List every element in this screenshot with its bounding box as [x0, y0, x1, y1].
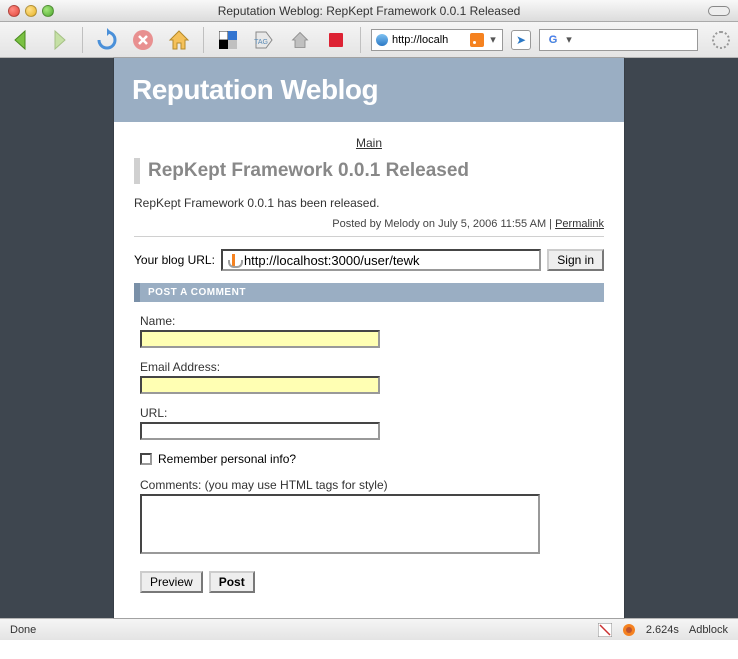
- grey-home-icon[interactable]: [286, 26, 314, 54]
- openid-icon: [227, 254, 240, 267]
- svg-text:TAG: TAG: [254, 39, 268, 46]
- window-titlebar: Reputation Weblog: RepKept Framework 0.0…: [0, 0, 738, 22]
- meta-text: Posted by Melody on July 5, 2006 11:55 A…: [332, 218, 555, 230]
- url-label: URL:: [140, 406, 604, 420]
- post-meta: Posted by Melody on July 5, 2006 11:55 A…: [134, 218, 604, 237]
- name-input[interactable]: [140, 330, 380, 348]
- rss-icon[interactable]: [470, 33, 484, 47]
- sign-in-button[interactable]: Sign in: [547, 249, 604, 271]
- blog-url-label: Your blog URL:: [134, 253, 215, 267]
- url-bar[interactable]: http://localh ▾: [371, 29, 503, 51]
- delicious-icon[interactable]: [214, 26, 242, 54]
- home-button[interactable]: [165, 26, 193, 54]
- post-title: RepKept Framework 0.0.1 Released: [134, 158, 604, 184]
- email-label: Email Address:: [140, 360, 604, 374]
- search-dropdown-icon[interactable]: ▾: [564, 33, 574, 46]
- browser-viewport: Reputation Weblog Main RepKept Framework…: [0, 58, 738, 618]
- blog-url-input[interactable]: http://localhost:3000/user/tewk: [221, 249, 541, 271]
- remember-checkbox[interactable]: [140, 453, 152, 465]
- blog-url-value: http://localhost:3000/user/tewk: [244, 253, 420, 268]
- reload-button[interactable]: [93, 26, 121, 54]
- remember-label: Remember personal info?: [158, 452, 296, 466]
- stop-button[interactable]: [129, 26, 157, 54]
- browser-toolbar: TAG http://localh ▾ ➤ G ▾: [0, 22, 738, 58]
- url-dropdown-icon[interactable]: ▾: [488, 33, 498, 46]
- permalink[interactable]: Permalink: [555, 218, 604, 230]
- post-button[interactable]: Post: [209, 571, 255, 593]
- back-button[interactable]: [8, 26, 36, 54]
- window-title: Reputation Weblog: RepKept Framework 0.0…: [0, 4, 738, 18]
- site-icon: [376, 34, 388, 46]
- post-body: RepKept Framework 0.0.1 has been release…: [134, 184, 604, 218]
- site-banner: Reputation Weblog: [114, 58, 624, 122]
- url-input[interactable]: [140, 422, 380, 440]
- google-icon: G: [546, 33, 560, 47]
- noscript-icon[interactable]: [598, 623, 612, 637]
- load-time: 2.624s: [646, 624, 679, 636]
- toolbar-divider: [82, 27, 83, 53]
- stop-record-icon[interactable]: [322, 26, 350, 54]
- pill-button[interactable]: [708, 6, 730, 16]
- firebug-icon[interactable]: [622, 623, 636, 637]
- url-text: http://localh: [392, 34, 466, 46]
- preview-button[interactable]: Preview: [140, 571, 203, 593]
- forward-button[interactable]: [44, 26, 72, 54]
- toolbar-divider: [203, 27, 204, 53]
- page-content: Reputation Weblog Main RepKept Framework…: [114, 58, 624, 618]
- comments-label: Comments: (you may use HTML tags for sty…: [140, 478, 604, 492]
- tag-icon[interactable]: TAG: [250, 26, 278, 54]
- search-bar[interactable]: G ▾: [539, 29, 698, 51]
- site-title: Reputation Weblog: [132, 74, 606, 106]
- email-input[interactable]: [140, 376, 380, 394]
- throbber-icon: [712, 31, 730, 49]
- status-text: Done: [10, 624, 36, 636]
- go-button[interactable]: ➤: [511, 30, 531, 50]
- status-bar: Done 2.624s Adblock: [0, 618, 738, 640]
- name-label: Name:: [140, 314, 604, 328]
- comment-header: POST A COMMENT: [134, 283, 604, 302]
- comments-input[interactable]: [140, 494, 540, 554]
- adblock-label[interactable]: Adblock: [689, 624, 728, 636]
- toolbar-divider: [360, 27, 361, 53]
- main-link[interactable]: Main: [356, 136, 382, 150]
